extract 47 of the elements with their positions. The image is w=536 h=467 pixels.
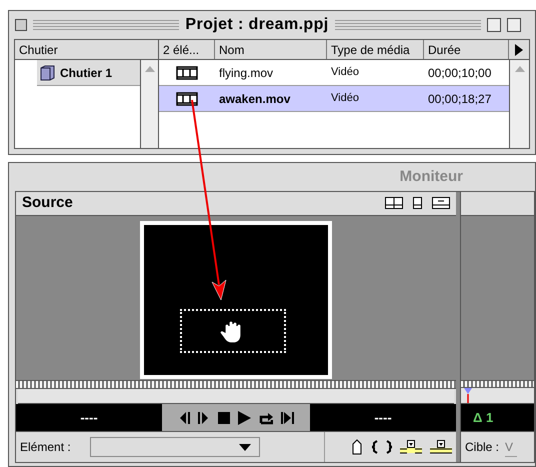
clip-duration: 00;00;18;27 (427, 90, 492, 108)
trim-view-icon[interactable] (432, 197, 450, 210)
single-view-icon[interactable] (413, 197, 422, 210)
clip-duration: 00;00;10;00 (427, 64, 492, 82)
panel-title: Source (22, 193, 73, 214)
clip-name: flying.mov (218, 64, 274, 82)
timecode-display: ---- (310, 404, 456, 432)
column-header[interactable]: Nom (215, 40, 327, 59)
play-icon[interactable] (238, 410, 250, 425)
extract-icon[interactable] (430, 439, 452, 456)
media-type: Vidéo (330, 65, 360, 80)
column-header[interactable]: Durée (424, 40, 509, 59)
target-label: Cible : (465, 439, 500, 456)
film-icon (176, 92, 198, 106)
scrollbar[interactable] (509, 60, 529, 148)
media-type: Vidéo (330, 91, 360, 106)
scrollbar[interactable] (140, 60, 158, 148)
column-header[interactable]: 2 élé... (159, 40, 215, 59)
lift-icon[interactable] (400, 439, 422, 456)
timecode-display: ---- (16, 404, 162, 432)
element-label: Elément : (20, 439, 72, 456)
stop-icon[interactable] (218, 412, 230, 424)
element-dropdown[interactable] (90, 437, 260, 458)
loop-icon[interactable] (258, 410, 272, 425)
playhead-icon[interactable] (464, 388, 472, 404)
film-icon (176, 66, 198, 80)
window-title: Moniteur (400, 166, 463, 187)
step-back-icon[interactable] (178, 410, 190, 425)
zoom-box[interactable] (487, 18, 502, 32)
mark-in-icon[interactable] (372, 440, 378, 454)
triangle-right-icon (515, 44, 523, 56)
scrub-bar[interactable] (18, 388, 454, 404)
bin-item[interactable]: Chutier 1 (37, 60, 140, 86)
column-header[interactable]: Type de média (327, 40, 424, 59)
dropdown-arrow-icon (239, 444, 251, 451)
mark-out-icon[interactable] (386, 440, 392, 454)
marker-icon[interactable] (352, 439, 364, 456)
timecode-display: Δ 1 (473, 409, 494, 428)
play-to-end-icon[interactable] (280, 410, 294, 425)
clip-row[interactable]: awaken.mov Vidéo 00;00;18;27 (159, 86, 509, 112)
close-box[interactable] (15, 19, 27, 31)
column-header[interactable]: Chutier (15, 40, 158, 60)
collapse-box[interactable] (507, 18, 522, 32)
dual-view-icon[interactable] (385, 197, 403, 210)
step-forward-icon[interactable] (198, 410, 210, 425)
clip-name: awaken.mov (218, 90, 292, 108)
window-title: Projet : dream.ppj (185, 15, 329, 35)
